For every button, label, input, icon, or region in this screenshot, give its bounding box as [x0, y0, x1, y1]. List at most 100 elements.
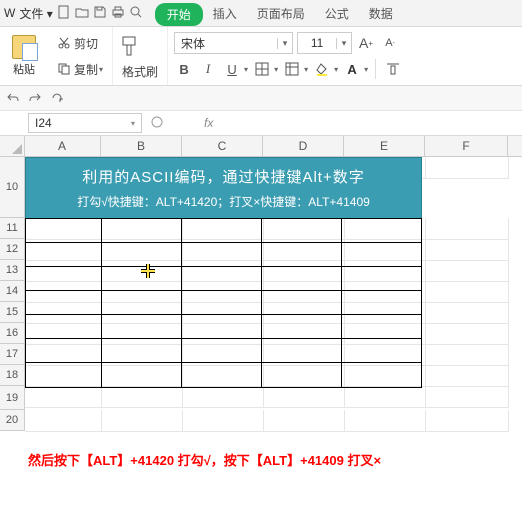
row-header[interactable]: 16 [0, 323, 25, 344]
tab-insert[interactable]: 插入 [203, 1, 247, 26]
underline-button[interactable]: U [222, 59, 242, 79]
chevron-down-icon: ▾ [334, 65, 338, 74]
cell[interactable] [426, 344, 509, 366]
ribbon: 粘贴 剪切 复制 ▾ 格式刷 宋体 ▾ [0, 27, 522, 86]
decrease-font-button[interactable]: A- [380, 33, 400, 53]
font-color-button[interactable]: A [342, 59, 362, 79]
refresh-button[interactable] [50, 91, 64, 105]
tab-formulas[interactable]: 公式 [315, 1, 359, 26]
cell[interactable] [426, 239, 509, 261]
copy-label: 复制 [74, 61, 98, 78]
cell[interactable] [426, 302, 509, 324]
name-box-value: I24 [35, 116, 52, 130]
italic-button[interactable]: I [198, 59, 218, 79]
copy-button[interactable]: 复制 ▾ [54, 60, 106, 79]
paste-button[interactable]: 粘贴 [0, 27, 48, 85]
cell[interactable] [183, 386, 264, 408]
fx-label[interactable]: fx [204, 116, 213, 130]
row-header[interactable]: 10 [0, 157, 25, 218]
cell[interactable] [426, 260, 509, 282]
cell-style-button[interactable] [282, 59, 302, 79]
increase-font-button[interactable]: A+ [356, 33, 376, 53]
undo-button[interactable] [6, 91, 20, 105]
cell[interactable] [345, 386, 426, 408]
row-header[interactable]: 19 [0, 386, 25, 410]
column-headers: A B C D E F [24, 136, 522, 157]
print-icon[interactable] [111, 5, 125, 22]
col-header[interactable]: D [263, 136, 344, 156]
format-painter-icon [119, 34, 141, 60]
cell[interactable] [426, 410, 509, 432]
cell[interactable] [426, 157, 509, 179]
row-header[interactable]: 17 [0, 344, 25, 365]
new-icon[interactable] [57, 5, 71, 22]
spreadsheet[interactable]: A B C D E F 10 11 12 13 14 15 16 17 18 1… [0, 136, 522, 496]
format-painter-label: 格式刷 [122, 63, 158, 80]
formula-bar: I24 ▾ fx [0, 111, 522, 136]
col-header[interactable]: C [182, 136, 263, 156]
cell[interactable] [426, 218, 509, 240]
row-header[interactable]: 13 [0, 260, 25, 281]
chevron-down-icon: ▾ [274, 65, 278, 74]
bold-button[interactable]: B [174, 59, 194, 79]
font-size-select[interactable]: 11 ▾ [297, 32, 352, 54]
chevron-down-icon: ▾ [277, 38, 292, 49]
cell[interactable] [264, 386, 345, 408]
menubar: W 文件 ▾ 开始 插入 页面布局 公式 数据 [0, 0, 522, 27]
banner-title: 利用的ASCII编码，通过快捷键Alt+数字 [82, 166, 364, 187]
cell[interactable] [102, 386, 183, 408]
row-header[interactable]: 15 [0, 302, 25, 323]
banner-subtitle: 打勾√快捷键：ALT+41420；打叉×快捷键：ALT+41409 [77, 193, 370, 210]
instruction-text: 然后按下【ALT】+41420 打勾√，按下【ALT】+41409 打叉× [28, 450, 381, 469]
cell[interactable] [264, 410, 345, 432]
preview-icon[interactable] [129, 5, 143, 22]
row-header[interactable]: 11 [0, 218, 25, 239]
cell[interactable] [102, 410, 183, 432]
col-header[interactable]: A [24, 136, 101, 156]
row-header[interactable]: 14 [0, 281, 25, 302]
fill-color-button[interactable] [312, 59, 332, 79]
tab-home[interactable]: 开始 [155, 3, 203, 26]
fx-icon[interactable] [150, 115, 164, 132]
tab-data[interactable]: 数据 [359, 1, 403, 26]
chevron-down-icon: ▾ [99, 65, 103, 74]
chevron-down-icon: ▾ [364, 65, 368, 74]
select-all-corner[interactable] [0, 136, 25, 157]
format-painter-button[interactable]: 格式刷 [119, 62, 161, 81]
border-button[interactable] [252, 59, 272, 79]
cell[interactable] [345, 410, 426, 432]
row-header[interactable]: 18 [0, 365, 25, 386]
name-box[interactable]: I24 ▾ [28, 113, 142, 133]
cell[interactable] [183, 410, 264, 432]
tab-pagelayout[interactable]: 页面布局 [247, 1, 315, 26]
cell[interactable] [426, 323, 509, 345]
col-header[interactable]: B [101, 136, 182, 156]
clipboard-icon [12, 35, 36, 59]
col-header[interactable]: E [344, 136, 425, 156]
font-name-value: 宋体 [175, 35, 277, 52]
chevron-down-icon: ▾ [131, 119, 135, 128]
scissors-icon [57, 36, 71, 50]
bordered-range[interactable] [25, 218, 422, 388]
font-name-select[interactable]: 宋体 ▾ [174, 32, 293, 54]
cell[interactable] [426, 386, 509, 408]
cell[interactable] [426, 281, 509, 303]
redo-button[interactable] [28, 91, 42, 105]
cut-button[interactable]: 剪切 [54, 34, 101, 53]
file-menu[interactable]: 文件 ▾ [19, 5, 52, 22]
chevron-down-icon: ▾ [336, 38, 351, 49]
align-top-button[interactable] [383, 59, 403, 79]
cell[interactable] [25, 386, 102, 408]
col-header[interactable]: F [425, 136, 508, 156]
row-header[interactable]: 12 [0, 239, 25, 260]
paste-label: 粘贴 [13, 61, 35, 77]
info-banner: 利用的ASCII编码，通过快捷键Alt+数字 打勾√快捷键：ALT+41420；… [25, 157, 422, 219]
chevron-down-icon: ▾ [304, 65, 308, 74]
cell[interactable] [25, 410, 102, 432]
copy-icon [57, 62, 71, 76]
open-icon[interactable] [75, 5, 89, 22]
save-icon[interactable] [93, 5, 107, 22]
cell[interactable] [426, 365, 509, 387]
row-header[interactable]: 20 [0, 410, 25, 431]
quick-bar [0, 86, 522, 111]
